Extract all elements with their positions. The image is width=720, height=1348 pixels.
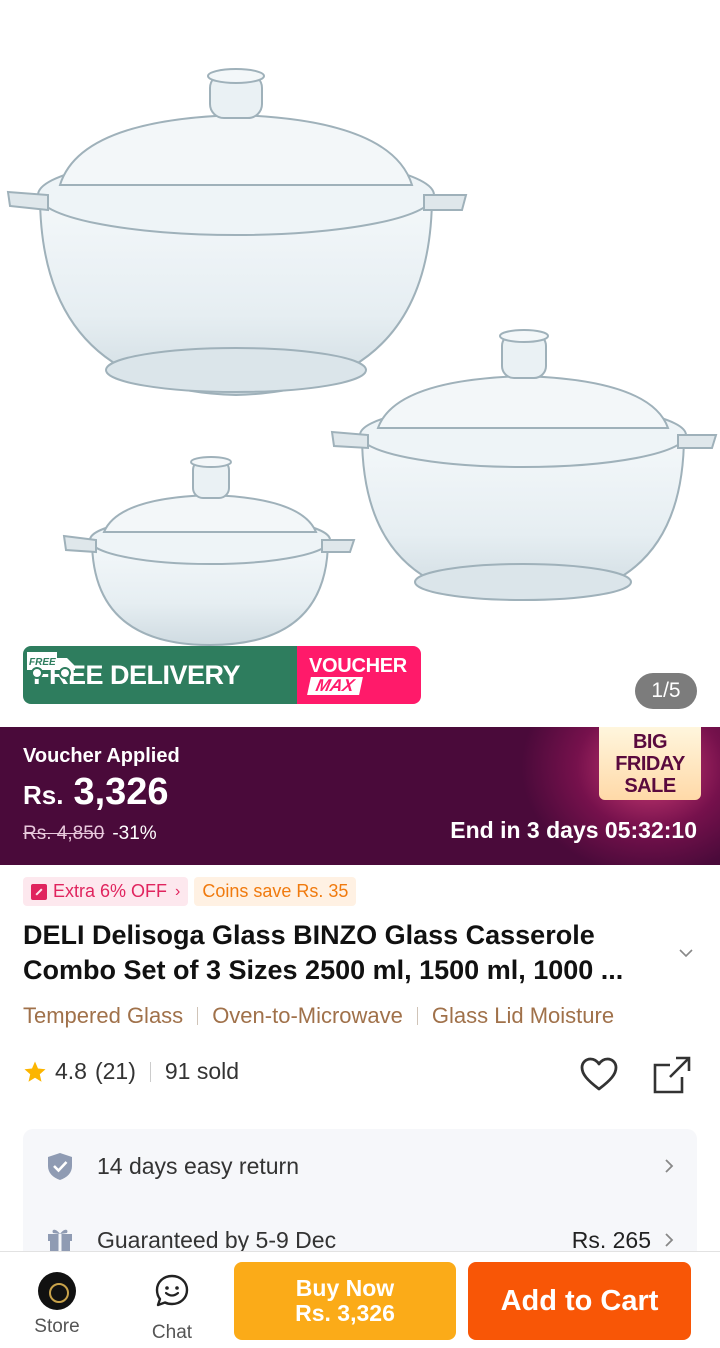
promo-tags: Extra 6% OFF › Coins save Rs. 35 xyxy=(23,877,357,906)
voucher-max-badge: VOUCHER MAX xyxy=(297,646,421,704)
casserole-set-image xyxy=(6,68,718,647)
chevron-right-icon xyxy=(665,1233,674,1247)
review-count: (21) xyxy=(94,1058,136,1084)
extra-off-label: Extra 6% OFF xyxy=(53,881,168,901)
feature-divider xyxy=(416,1007,418,1025)
bottom-action-bar: Store Chat Buy Now Rs. 3,326 Add to Cart xyxy=(0,1251,720,1348)
product-image-gallery[interactable]: FREE FREE DELIVERY VOUCHER MAX 1/5 xyxy=(0,0,720,727)
buy-now-button[interactable]: Buy Now Rs. 3,326 xyxy=(234,1262,456,1340)
add-to-cart-button[interactable]: Add to Cart xyxy=(468,1262,691,1340)
expand-title-chevron-icon[interactable] xyxy=(678,945,694,961)
service-info-box: 14 days easy return Guaranteed by 5-9 De… xyxy=(23,1129,697,1269)
share-icon[interactable] xyxy=(652,1055,692,1095)
price-banner: Voucher Applied Rs. 3,326 Rs. 4,850 -31%… xyxy=(0,727,720,865)
delivery-fee: Rs. 265 xyxy=(571,1226,651,1253)
feature-highlights: Tempered Glass Oven-to-Microwave Glass L… xyxy=(23,1003,614,1029)
rating-value: 4.8 xyxy=(55,1058,87,1084)
max-label: MAX xyxy=(307,676,363,695)
delivery-estimate-text: Guaranteed by 5-9 Dec xyxy=(97,1226,337,1253)
original-price-row: Rs. 4,850 -31% xyxy=(23,823,157,845)
sale-countdown: End in 3 days 05:32:10 xyxy=(450,817,697,843)
chat-label: Chat xyxy=(151,1322,193,1343)
extra-off-tag[interactable]: Extra 6% OFF › xyxy=(23,877,189,906)
discount-ticket-icon xyxy=(31,883,47,900)
sale-badge-line2: SALE xyxy=(624,774,676,797)
shield-check-icon xyxy=(48,1153,72,1180)
product-title: DELI Delisoga Glass BINZO Glass Casserol… xyxy=(23,920,624,985)
feature-item: Oven-to-Microwave xyxy=(212,1003,403,1028)
chevron-right-icon xyxy=(665,1159,674,1173)
buy-now-price: Rs. 3,326 xyxy=(295,1300,395,1326)
big-friday-sale-badge: BIG FRIDAY SALE xyxy=(599,727,701,800)
return-policy-text: 14 days easy return xyxy=(97,1152,300,1179)
feature-item: Tempered Glass xyxy=(23,1003,184,1028)
free-icon-text: FREE xyxy=(29,657,56,668)
price-currency: Rs. xyxy=(23,780,64,810)
return-policy-row[interactable]: 14 days easy return xyxy=(23,1146,697,1186)
store-label: Store xyxy=(34,1316,80,1337)
star-icon xyxy=(24,1061,46,1082)
sold-count: 91 sold xyxy=(164,1058,240,1084)
promo-badge: FREE FREE DELIVERY VOUCHER MAX xyxy=(23,646,421,704)
store-button[interactable]: Store xyxy=(17,1272,97,1338)
coins-label: Coins save Rs. 35 xyxy=(202,881,349,901)
chat-button[interactable]: Chat xyxy=(132,1272,212,1344)
store-logo-icon xyxy=(38,1272,76,1310)
voucher-label: VOUCHER xyxy=(309,654,407,677)
feature-divider xyxy=(197,1007,199,1025)
original-price: Rs. 4,850 xyxy=(23,823,105,844)
rating-row[interactable]: 4.8 (21) 91 sold xyxy=(23,1058,239,1085)
chevron-right-icon: › xyxy=(175,882,181,900)
sale-badge-line1: BIG FRIDAY xyxy=(615,730,685,775)
discount-percent: -31% xyxy=(112,823,157,844)
rating-divider xyxy=(149,1061,151,1082)
voucher-applied-label: Voucher Applied xyxy=(23,745,180,767)
buy-now-label: Buy Now xyxy=(295,1275,395,1301)
chat-bubble-icon xyxy=(155,1274,189,1307)
free-delivery-badge: FREE FREE DELIVERY xyxy=(23,646,297,704)
image-counter: 1/5 xyxy=(635,673,697,709)
price-amount: 3,326 xyxy=(73,771,169,813)
feature-item: Glass Lid Moisture xyxy=(431,1003,615,1028)
coins-tag: Coins save Rs. 35 xyxy=(194,877,357,906)
wishlist-heart-icon[interactable] xyxy=(579,1055,619,1095)
current-price: Rs. 3,326 xyxy=(23,771,169,814)
delivery-truck-icon: FREE xyxy=(27,652,75,679)
